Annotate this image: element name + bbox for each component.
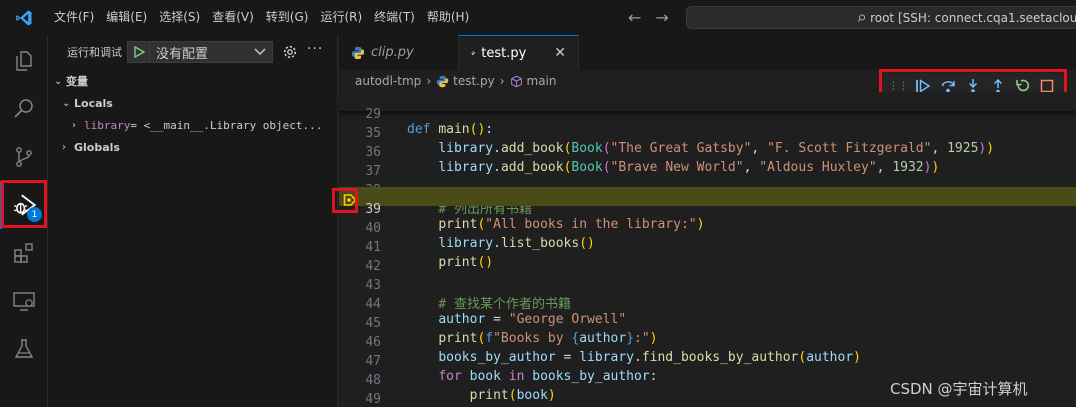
line-number: 29 — [365, 107, 381, 122]
config-name: 没有配置 — [156, 46, 209, 62]
play-icon — [133, 46, 145, 58]
watermark: CSDN @宇宙计算机 — [890, 380, 1028, 398]
chevron-down-icon: ⌄ — [62, 97, 71, 109]
code-line[interactable]: 37 — [339, 149, 1076, 179]
tab-clip-py[interactable]: clip.py — [339, 35, 459, 70]
gear-icon[interactable] — [282, 44, 298, 63]
code-line[interactable]: 41 print() — [339, 225, 1076, 270]
breadcrumb-folder[interactable]: autodl-tmp — [355, 74, 421, 88]
variables-section-header[interactable]: ⌄ 变量 — [48, 70, 338, 92]
chevron-down-icon — [254, 45, 266, 59]
back-arrow-icon[interactable]: ← — [628, 8, 641, 27]
locals-label: Locals — [74, 96, 113, 110]
run-debug-sidebar: 运行和调试 没有配置 ··· ⌄ 变量 ⌄ Locals › library =… — [48, 35, 338, 407]
code-line[interactable]: 38 # 列出所有书籍 — [339, 168, 1076, 217]
tab-label: clip.py — [371, 45, 414, 60]
code-line[interactable]: 40 library.list_books() — [339, 206, 1076, 251]
chevron-right-icon: › — [426, 74, 432, 88]
breadcrumb-file[interactable]: test.py — [453, 74, 495, 88]
menu-edit[interactable]: 编辑(E) — [100, 0, 153, 35]
run-and-debug-icon[interactable]: 1 — [0, 181, 48, 229]
chevron-right-icon: › — [72, 119, 76, 131]
editor-tabs: clip.py test.py ✕ — [339, 35, 1076, 70]
command-center[interactable]: root [SSH: connect.cqa1.seetacloud — [686, 6, 1076, 29]
menu-terminal[interactable]: 终端(T) — [368, 0, 421, 35]
explorer-icon[interactable] — [0, 37, 48, 85]
close-icon[interactable]: ✕ — [554, 45, 566, 61]
variable-library[interactable]: › library = <__main__.Library object... — [48, 114, 338, 136]
testing-flask-icon[interactable] — [0, 325, 48, 373]
debug-badge: 1 — [27, 207, 42, 222]
activity-bar: 1 — [0, 35, 48, 407]
run-debug-header: 运行和调试 没有配置 ··· — [48, 41, 338, 63]
tab-label: test.py — [481, 45, 527, 61]
breadcrumb-symbol[interactable]: main — [527, 74, 557, 88]
current-execution-line[interactable]: 39 print("All books in the library:") — [339, 187, 1076, 232]
python-file-icon — [471, 51, 475, 55]
variable-name: library — [84, 118, 131, 132]
menu-bar: 文件(F) 编辑(E) 选择(S) 查看(V) 转到(G) 运行(R) 终端(T… — [48, 0, 475, 35]
search-icon[interactable] — [0, 85, 48, 133]
current-frame-arrow-icon — [343, 194, 357, 206]
code-line[interactable]: 42 — [339, 244, 1076, 274]
command-center-text: root [SSH: connect.cqa1.seetacloud — [870, 10, 1076, 25]
navigation-arrows: ← → — [628, 0, 669, 35]
locals-scope[interactable]: ⌄ Locals — [48, 92, 338, 114]
sidebar-title: 运行和调试 — [67, 46, 122, 59]
code-line[interactable]: 44 author = "George Orwell" — [339, 282, 1076, 327]
vscode-logo-icon — [0, 0, 48, 35]
forward-arrow-icon[interactable]: → — [655, 8, 668, 27]
menu-view[interactable]: 查看(V) — [206, 0, 260, 35]
code-line[interactable]: 48 print(book) — [339, 358, 1076, 403]
debug-config-selector[interactable]: 没有配置 — [127, 41, 273, 63]
code-line[interactable]: 45 print(f"Books by {author}:") — [339, 301, 1076, 346]
menu-go[interactable]: 转到(G) — [260, 0, 315, 35]
code-line[interactable]: 46 books_by_author = library.find_books_… — [339, 320, 1076, 365]
sticky-scroll-line[interactable]: 29 def main(): — [339, 92, 1076, 137]
code-line[interactable]: 43 # 查找某个作者的书籍 — [339, 263, 1076, 312]
globals-label: Globals — [74, 140, 120, 154]
extensions-icon[interactable] — [0, 229, 48, 277]
code-text: def main(): — [407, 122, 494, 137]
chevron-down-icon: ⌄ — [54, 75, 63, 87]
method-cube-icon — [510, 75, 522, 87]
menu-selection[interactable]: 选择(S) — [153, 0, 206, 35]
editor-area: clip.py test.py ✕ autodl-tmp › test.py ›… — [339, 35, 1076, 407]
code-line[interactable]: 47 for book in books_by_author: — [339, 339, 1076, 384]
variables-label: 变量 — [66, 75, 88, 88]
more-actions-icon[interactable]: ··· — [307, 41, 323, 57]
python-file-icon — [436, 75, 449, 87]
globals-scope[interactable]: › Globals — [48, 136, 338, 158]
menu-run[interactable]: 运行(R) — [314, 0, 368, 35]
search-icon — [857, 13, 866, 22]
variable-value: = <__main__.Library object... — [130, 118, 323, 132]
title-bar: 文件(F) 编辑(E) 选择(S) 查看(V) 转到(G) 运行(R) 终端(T… — [0, 0, 1076, 35]
python-file-icon — [351, 46, 365, 59]
menu-help[interactable]: 帮助(H) — [421, 0, 475, 35]
start-debugging-button[interactable] — [128, 42, 150, 62]
chevron-right-icon: › — [499, 74, 505, 88]
remote-explorer-icon[interactable] — [0, 277, 48, 325]
menu-file[interactable]: 文件(F) — [48, 0, 100, 35]
chevron-right-icon: › — [62, 141, 66, 153]
tab-test-py[interactable]: test.py ✕ — [459, 35, 579, 70]
source-control-icon[interactable] — [0, 133, 48, 181]
